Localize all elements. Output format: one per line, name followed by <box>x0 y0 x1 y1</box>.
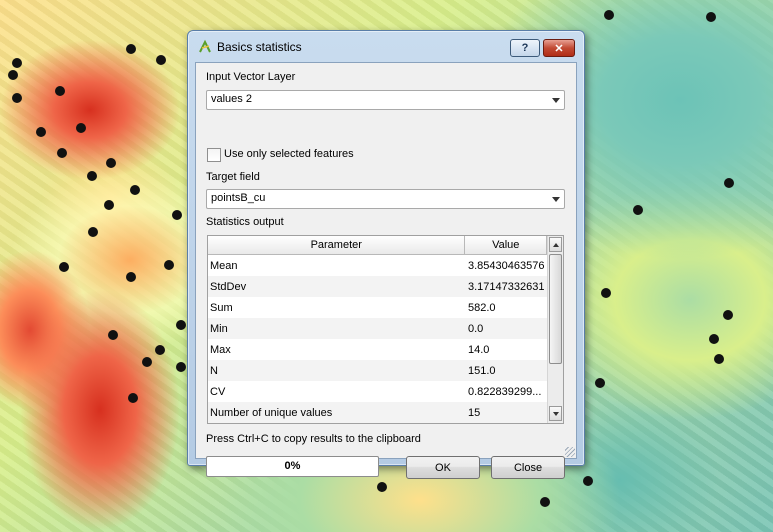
statistics-table[interactable]: Parameter Value Mean 3.85430463576 StdDev… <box>207 235 564 424</box>
clipboard-hint: Press Ctrl+C to copy results to the clip… <box>206 433 421 445</box>
map-point <box>87 171 97 181</box>
target-field-label: Target field <box>206 171 260 183</box>
column-header-parameter[interactable]: Parameter <box>208 236 466 255</box>
input-layer-label: Input Vector Layer <box>206 71 296 83</box>
use-selected-checkbox[interactable] <box>207 148 221 162</box>
close-button[interactable]: Close <box>491 456 565 479</box>
map-point <box>601 288 611 298</box>
table-row[interactable]: Min 0.0 <box>208 318 547 339</box>
resize-grip[interactable] <box>565 447 575 457</box>
qgis-icon <box>199 39 211 53</box>
value-cell: 0.822839299... <box>468 385 542 398</box>
input-layer-combo[interactable]: values 2 <box>206 90 565 110</box>
map-point <box>126 44 136 54</box>
title-bar[interactable]: Basics statistics ? ✕ <box>188 31 584 62</box>
target-field-combo[interactable]: pointsB_cu <box>206 189 565 209</box>
chevron-down-icon[interactable] <box>548 91 564 109</box>
map-point <box>12 58 22 68</box>
map-point <box>377 482 387 492</box>
table-header: Parameter Value <box>208 236 547 255</box>
map-point <box>176 362 186 372</box>
parameter-cell: CV <box>210 385 226 398</box>
map-point <box>142 357 152 367</box>
map-point <box>540 497 550 507</box>
parameter-cell: StdDev <box>210 280 247 293</box>
map-point <box>583 476 593 486</box>
map-point <box>164 260 174 270</box>
table-row[interactable]: N 151.0 <box>208 360 547 381</box>
map-point <box>130 185 140 195</box>
map-point <box>709 334 719 344</box>
map-point <box>724 178 734 188</box>
map-point <box>57 148 67 158</box>
parameter-cell: Max <box>210 343 231 356</box>
map-point <box>633 205 643 215</box>
parameter-cell: Number of unique values <box>210 406 333 419</box>
use-selected-label: Use only selected features <box>224 148 354 160</box>
map-point <box>12 93 22 103</box>
map-point <box>604 10 614 20</box>
map-point <box>8 70 18 80</box>
map-point <box>126 272 136 282</box>
column-header-value[interactable]: Value <box>465 236 547 255</box>
parameter-cell: Mean <box>210 259 238 272</box>
map-point <box>88 227 98 237</box>
map-point <box>723 310 733 320</box>
table-row[interactable]: Number of unique values 15 <box>208 402 547 423</box>
target-field-value: pointsB_cu <box>211 192 266 204</box>
basic-statistics-dialog: Basics statistics ? ✕ Input Vector Layer… <box>187 30 585 479</box>
progress-text: 0% <box>284 460 301 472</box>
table-row[interactable]: StdDev 3.17147332631 <box>208 276 547 297</box>
map-point <box>155 345 165 355</box>
scroll-down-icon[interactable] <box>549 406 562 421</box>
statistics-output-label: Statistics output <box>206 216 284 228</box>
value-cell: 582.0 <box>468 301 496 314</box>
parameter-cell: Sum <box>210 301 233 314</box>
map-point <box>36 127 46 137</box>
value-cell: 151.0 <box>468 364 496 377</box>
scroll-thumb[interactable] <box>549 254 562 364</box>
close-window-button[interactable]: ✕ <box>543 39 575 57</box>
dialog-body: Input Vector Layer values 2 Use only sel… <box>195 62 577 479</box>
help-button[interactable]: ? <box>510 39 540 57</box>
parameter-cell: N <box>210 364 218 377</box>
map-point <box>59 262 69 272</box>
map-point <box>714 354 724 364</box>
value-cell: 3.85430463576 <box>468 259 545 272</box>
map-point <box>176 320 186 330</box>
window-title: Basics statistics <box>217 40 302 54</box>
input-layer-value: values 2 <box>211 93 252 105</box>
parameter-cell: Min <box>210 322 228 335</box>
vertical-scrollbar[interactable] <box>547 236 563 423</box>
value-cell: 14.0 <box>468 343 490 356</box>
scroll-up-icon[interactable] <box>549 237 562 252</box>
value-cell: 15 <box>468 406 481 419</box>
value-cell: 3.17147332631 <box>468 280 545 293</box>
table-body: Mean 3.85430463576 StdDev 3.17147332631 Su… <box>208 255 547 423</box>
map-point <box>706 12 716 22</box>
map-point <box>595 378 605 388</box>
table-row[interactable]: Sum 582.0 <box>208 297 547 318</box>
table-row[interactable]: CV 0.822839299... <box>208 381 547 402</box>
map-point <box>128 393 138 403</box>
map-point <box>108 330 118 340</box>
table-row[interactable]: Mean 3.85430463576 <box>208 255 547 276</box>
map-point <box>106 158 116 168</box>
map-point <box>156 55 166 65</box>
map-point <box>172 210 182 220</box>
ok-button[interactable]: OK <box>406 456 480 479</box>
map-point <box>55 86 65 96</box>
map-point <box>76 123 86 133</box>
value-cell: 0.0 <box>468 322 484 335</box>
table-row[interactable]: Max 14.0 <box>208 339 547 360</box>
progress-bar: 0% <box>206 456 379 477</box>
chevron-down-icon[interactable] <box>548 190 564 208</box>
map-point <box>104 200 114 210</box>
